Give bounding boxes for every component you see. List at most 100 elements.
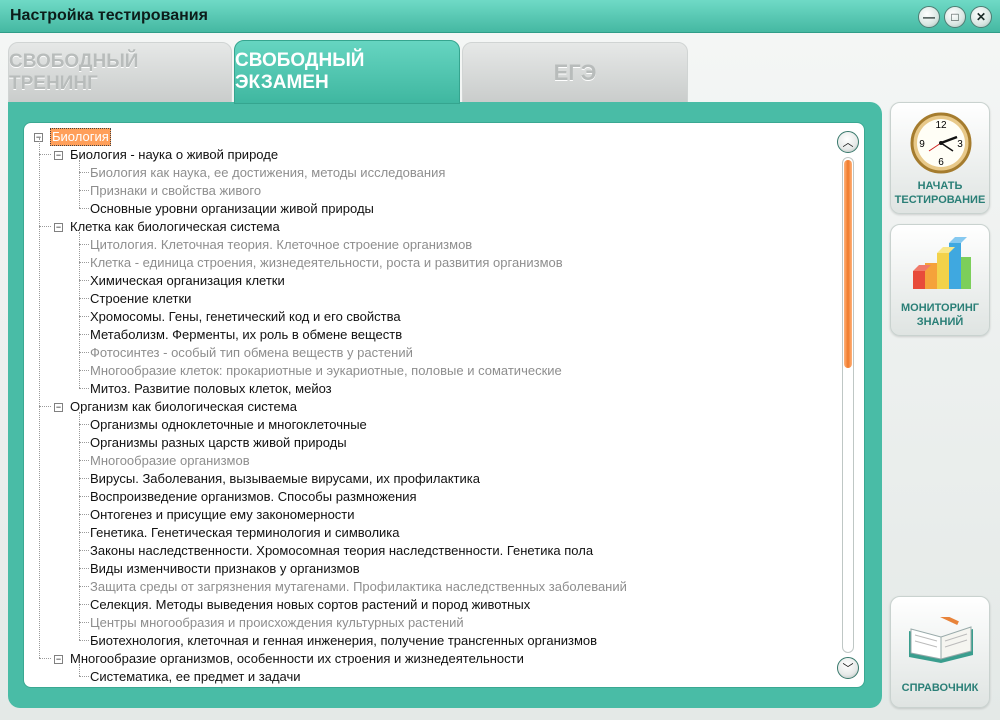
tree-item[interactable]: Онтогенез и присущие ему закономерности	[34, 506, 824, 524]
open-book-icon	[909, 617, 973, 663]
tree-connector	[39, 406, 51, 407]
tree-section[interactable]: − Клетка как биологическая система	[34, 218, 824, 236]
collapse-icon[interactable]: −	[54, 223, 63, 232]
title-bar: Настройка тестирования — □ ✕	[0, 0, 1000, 33]
scroll-up-button[interactable]: ︿	[837, 131, 859, 153]
tree-connector	[79, 208, 89, 209]
reference-button[interactable]: СПРАВОЧНИК	[890, 596, 990, 708]
tree-connector	[79, 478, 89, 479]
tree-item[interactable]: Многообразие клеток: прокариотные и эука…	[34, 362, 824, 380]
tree-connector-vertical	[79, 232, 80, 388]
tab-ege-label: ЕГЭ	[553, 60, 597, 85]
knowledge-monitoring-button[interactable]: МОНИТОРИНГ ЗНАНИЙ	[890, 224, 990, 336]
tree-item-label: Организмы разных царств живой природы	[90, 435, 347, 450]
tree-item[interactable]: Организмы одноклеточные и многоклеточные	[34, 416, 824, 434]
tree-item[interactable]: Биотехнология, клеточная и генная инжене…	[34, 632, 824, 650]
tree-item[interactable]: Виды изменчивости признаков у организмов	[34, 560, 824, 578]
tree-connector	[79, 568, 89, 569]
minimize-button[interactable]: —	[918, 6, 940, 28]
clock-icon: 12 3 6 9	[910, 112, 972, 174]
tree-item[interactable]: Центры многообразия и происхождения куль…	[34, 614, 824, 632]
tree-item[interactable]: Метаболизм. Ферменты, их роль в обмене в…	[34, 326, 824, 344]
tree-connector	[79, 604, 89, 605]
tree-item-label: Законы наследственности. Хромосомная тео…	[90, 543, 594, 558]
tree-item-label: Многообразие клеток: прокариотные и эука…	[90, 363, 562, 378]
tree-item-label: Систематика, ее предмет и задачи	[90, 669, 301, 684]
bar-chart-3d-icon	[913, 237, 971, 289]
tree-item[interactable]: Клетка - единица строения, жизнедеятельн…	[34, 254, 824, 272]
tree-item[interactable]: Фотосинтез - особый тип обмена веществ у…	[34, 344, 824, 362]
tree-item[interactable]: Цитология. Клеточная теория. Клеточное с…	[34, 236, 824, 254]
tree-item-label: Основные уровни организации живой природ…	[90, 201, 374, 216]
tree-connector	[79, 262, 89, 263]
tree-item[interactable]: Генетика. Генетическая терминология и си…	[34, 524, 824, 542]
tree-item[interactable]: Химическая организация клетки	[34, 272, 824, 290]
chevron-down-icon: ﹀	[842, 663, 854, 675]
tree-item[interactable]: Признаки и свойства живого	[34, 182, 824, 200]
tree-connector-vertical	[79, 412, 80, 640]
tree-connector	[79, 352, 89, 353]
tree-item-label: Многообразие организмов	[90, 453, 250, 468]
tree-connector	[39, 226, 51, 227]
tree-item[interactable]: Многообразие организмов	[34, 452, 824, 470]
tab-free-exam[interactable]: СВОБОДНЫЙ ЭКЗАМЕН	[234, 40, 460, 104]
tree-item-label: Фотосинтез - особый тип обмена веществ у…	[90, 345, 413, 360]
tree-item[interactable]: Организмы разных царств живой природы	[34, 434, 824, 452]
close-button[interactable]: ✕	[970, 6, 992, 28]
tree-connector	[79, 532, 89, 533]
tree-item[interactable]: Защита среды от загрязнения мутагенами. …	[34, 578, 824, 596]
topic-tree-box: − Биология − Биология - наука о живой приро…	[23, 122, 865, 688]
tab-free-training[interactable]: СВОБОДНЫЙ ТРЕНИНГ	[8, 42, 232, 104]
scroll-down-button[interactable]: ﹀	[837, 657, 859, 679]
tree-connector	[39, 154, 51, 155]
tree-item[interactable]: Митоз. Развитие половых клеток, мейоз	[34, 380, 824, 398]
tree-connector-vertical	[39, 138, 40, 658]
tree-connector	[79, 388, 89, 389]
tab-free-exam-label: СВОБОДНЫЙ ЭКЗАМЕН	[235, 50, 365, 93]
tree-item-label: Организмы одноклеточные и многоклеточные	[90, 417, 367, 432]
minimize-icon: —	[923, 10, 935, 24]
tree-connector	[79, 640, 89, 641]
tree-item[interactable]: Воспроизведение организмов. Способы разм…	[34, 488, 824, 506]
tree-connector	[79, 298, 89, 299]
tree-item[interactable]: Хромосомы. Гены, генетический код и его …	[34, 308, 824, 326]
tree-section[interactable]: − Биология - наука о живой природе	[34, 146, 824, 164]
tree-connector	[79, 514, 89, 515]
chevron-up-icon: ︿	[842, 137, 854, 149]
tree-item[interactable]: Вирусы. Заболевания, вызываемые вирусами…	[34, 470, 824, 488]
start-testing-label: НАЧАТЬ ТЕСТИРОВАНИЕ	[894, 180, 986, 206]
scroll-thumb[interactable]	[844, 160, 852, 368]
tree-item-label: Онтогенез и присущие ему закономерности	[90, 507, 355, 522]
tree-item-label: Селекция. Методы выведения новых сортов …	[90, 597, 531, 612]
tree-connector	[79, 622, 89, 623]
tree-section[interactable]: − Многообразие организмов, особенности их…	[34, 650, 824, 668]
tree-item[interactable]: Основные уровни организации живой природ…	[34, 200, 824, 218]
collapse-icon[interactable]: −	[54, 403, 63, 412]
svg-text:3: 3	[957, 139, 963, 150]
maximize-button[interactable]: □	[944, 6, 966, 28]
tree-section-label: Организм как биологическая система	[70, 399, 297, 414]
tree-item[interactable]: Строение клетки	[34, 290, 824, 308]
tree-item-label: Строение клетки	[90, 291, 192, 306]
tree-connector	[39, 658, 51, 659]
tree-item[interactable]: Селекция. Методы выведения новых сортов …	[34, 596, 824, 614]
tree-root-label: Биология	[50, 128, 111, 146]
collapse-icon[interactable]: −	[54, 151, 63, 160]
vertical-scrollbar[interactable]: ︿ ﹀	[837, 131, 859, 681]
close-icon: ✕	[975, 10, 987, 24]
tree-section[interactable]: − Организм как биологическая система	[34, 398, 824, 416]
tree-connector	[79, 244, 89, 245]
tree-connector	[79, 550, 89, 551]
tree-section-label: Клетка как биологическая система	[70, 219, 280, 234]
tree-item-label: Воспроизведение организмов. Способы разм…	[90, 489, 417, 504]
tab-ege[interactable]: ЕГЭ	[462, 42, 688, 104]
start-testing-button[interactable]: 12 3 6 9 НАЧАТЬ ТЕСТИРОВАНИЕ	[890, 102, 990, 214]
tree-item[interactable]: Законы наследственности. Хромосомная тео…	[34, 542, 824, 560]
tree-item[interactable]: Систематика, ее предмет и задачи	[34, 668, 824, 686]
scroll-track[interactable]	[842, 157, 854, 653]
tree-connector	[79, 676, 89, 677]
tree-item[interactable]: Биология как наука, ее достижения, метод…	[34, 164, 824, 182]
window-title: Настройка тестирования	[10, 7, 208, 24]
collapse-icon[interactable]: −	[54, 655, 63, 664]
tab-free-training-label: СВОБОДНЫЙ ТРЕНИНГ	[9, 51, 139, 94]
